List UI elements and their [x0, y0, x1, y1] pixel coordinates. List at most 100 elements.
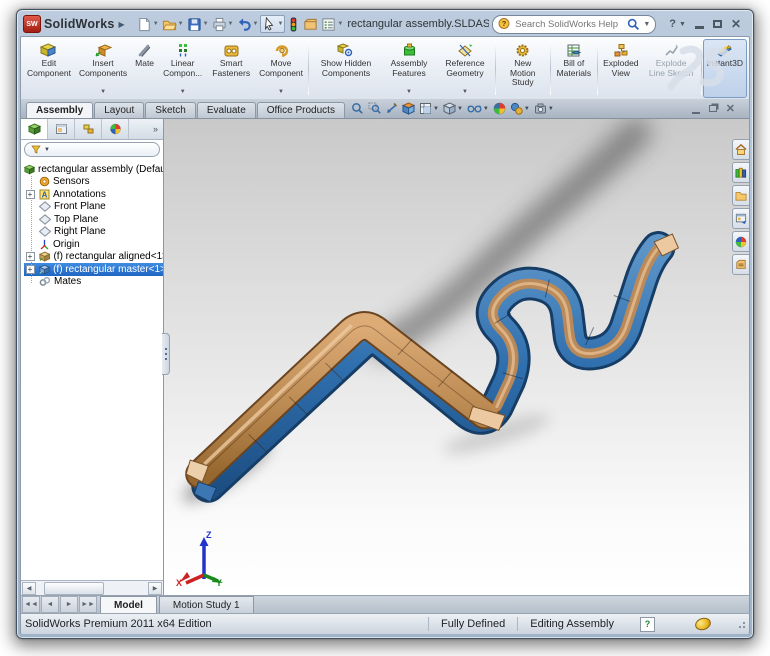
dimxpert-manager-tab[interactable]: [102, 119, 129, 139]
model-tab[interactable]: Model: [100, 596, 157, 613]
move-component-button[interactable]: Move Component ▼: [255, 39, 307, 98]
search-box[interactable]: ? ▼: [492, 15, 656, 34]
expand-icon[interactable]: +: [26, 265, 35, 274]
display-style-button[interactable]: ▼: [443, 102, 463, 115]
insert-components-button[interactable]: Insert Components ▼: [75, 39, 131, 98]
dropdown-arrow-icon[interactable]: ▼: [548, 106, 554, 112]
new-button[interactable]: ▼: [136, 16, 160, 33]
maximize-button[interactable]: [713, 20, 722, 28]
assembly-3d-model[interactable]: [164, 119, 749, 595]
zoom-to-fit-button[interactable]: [351, 102, 364, 115]
dropdown-arrow-icon[interactable]: ▼: [483, 106, 489, 112]
help-dropdown-arrow-icon[interactable]: ▼: [679, 21, 686, 28]
edit-component-button[interactable]: Edit Component: [23, 39, 75, 98]
tab-assembly[interactable]: Assembly: [26, 102, 93, 118]
last-tab-button[interactable]: ►►: [79, 596, 97, 613]
scroll-left-arrow-icon[interactable]: ◀: [22, 582, 36, 595]
save-button[interactable]: ▼: [186, 16, 210, 33]
search-dropdown-arrow-icon[interactable]: ▼: [643, 21, 650, 28]
property-manager-tab[interactable]: [48, 119, 75, 139]
tree-item-annotations[interactable]: + A Annotations: [24, 188, 163, 201]
document-minimize-button[interactable]: [692, 112, 700, 114]
mate-button[interactable]: Mate: [131, 39, 158, 98]
filter-dropdown-arrow-icon[interactable]: ▼: [44, 147, 50, 153]
options-button[interactable]: ▼: [320, 16, 344, 33]
exploded-view-button[interactable]: Exploded View: [599, 39, 642, 98]
new-motion-study-button[interactable]: New Motion Study: [497, 39, 549, 98]
graphics-viewport[interactable]: Z X Y: [164, 119, 749, 595]
file-explorer-tab[interactable]: [732, 185, 749, 206]
file-properties-button[interactable]: [302, 16, 319, 33]
document-close-button[interactable]: ✕: [726, 102, 735, 115]
feature-manager-tree-tab[interactable]: [21, 119, 48, 139]
motion-study-tab[interactable]: Motion Study 1: [159, 596, 254, 613]
panel-collapse-handle[interactable]: [162, 333, 170, 375]
dropdown-arrow-icon[interactable]: ▼: [462, 89, 468, 96]
reference-geometry-button[interactable]: Reference Geometry ▼: [436, 39, 494, 98]
dropdown-arrow-icon[interactable]: ▼: [100, 89, 106, 96]
search-magnifier-icon[interactable]: [627, 18, 640, 31]
dropdown-arrow-icon[interactable]: ▼: [524, 106, 530, 112]
edit-appearance-button[interactable]: [493, 102, 506, 115]
appearances-scenes-tab[interactable]: [732, 231, 749, 252]
show-hidden-components-button[interactable]: Show Hidden Components: [310, 39, 382, 98]
custom-properties-tab[interactable]: [732, 254, 749, 275]
dropdown-arrow-icon[interactable]: ▼: [406, 89, 412, 96]
view-settings-button[interactable]: ▼: [534, 102, 554, 115]
smart-fasteners-button[interactable]: Smart Fasteners: [207, 39, 255, 98]
tree-item-sensors[interactable]: Sensors: [24, 176, 163, 189]
minimize-button[interactable]: [695, 26, 704, 29]
tab-layout[interactable]: Layout: [94, 102, 144, 118]
menu-flyout-arrow-icon[interactable]: ▶: [119, 20, 125, 29]
tree-item-mates[interactable]: Mates: [24, 276, 163, 289]
tree-item-rectangular-aligned[interactable]: + (f) rectangular aligned<1>: [24, 251, 163, 264]
next-tab-button[interactable]: ►: [60, 596, 78, 613]
print-button[interactable]: ▼: [211, 16, 235, 33]
tree-root[interactable]: rectangular assembly (Default-: [24, 163, 163, 176]
design-library-tab[interactable]: [732, 162, 749, 183]
resize-grip[interactable]: [737, 620, 745, 628]
solidworks-resources-tab[interactable]: [732, 139, 749, 160]
dropdown-arrow-icon[interactable]: ▼: [180, 89, 186, 96]
tab-office-products[interactable]: Office Products: [257, 102, 345, 118]
expand-icon[interactable]: +: [26, 190, 35, 199]
scroll-right-arrow-icon[interactable]: ▶: [148, 582, 162, 595]
configuration-manager-tab[interactable]: [75, 119, 102, 139]
tab-sketch[interactable]: Sketch: [145, 102, 196, 118]
help-menu-button[interactable]: ?: [669, 18, 676, 30]
rebuild-button[interactable]: [286, 16, 301, 33]
tree-item-front-plane[interactable]: Front Plane: [24, 201, 163, 214]
document-restore-button[interactable]: [709, 105, 717, 112]
tree-filter[interactable]: ▼: [24, 142, 160, 157]
select-button[interactable]: ▼: [260, 15, 285, 33]
first-tab-button[interactable]: ◄◄: [22, 596, 40, 613]
zoom-to-area-button[interactable]: [368, 102, 381, 115]
previous-tab-button[interactable]: ◄: [41, 596, 59, 613]
undo-button[interactable]: ▼: [236, 16, 260, 33]
dropdown-arrow-icon[interactable]: ▼: [457, 106, 463, 112]
linear-component-pattern-button[interactable]: Linear Compon... ▼: [158, 39, 207, 98]
tree-item-top-plane[interactable]: Top Plane: [24, 213, 163, 226]
previous-view-button[interactable]: [385, 102, 398, 115]
search-input[interactable]: [513, 18, 624, 31]
assembly-features-button[interactable]: Assembly Features ▼: [382, 39, 436, 98]
hide-show-items-button[interactable]: ▼: [467, 102, 489, 115]
quick-tips-icon[interactable]: ?: [640, 617, 655, 632]
bill-of-materials-button[interactable]: Bill of Materials: [552, 39, 596, 98]
dropdown-arrow-icon[interactable]: ▼: [278, 89, 284, 96]
apply-scene-button[interactable]: ▼: [510, 102, 530, 115]
expand-icon[interactable]: +: [26, 252, 35, 261]
tab-evaluate[interactable]: Evaluate: [197, 102, 256, 118]
tag-icon[interactable]: [694, 616, 713, 632]
view-palette-tab[interactable]: [732, 208, 749, 229]
tree-item-origin[interactable]: Origin: [24, 238, 163, 251]
panel-overflow-chevron[interactable]: »: [148, 119, 163, 139]
tree-item-right-plane[interactable]: Right Plane: [24, 226, 163, 239]
panel-horizontal-scrollbar[interactable]: ◀ ▶: [21, 580, 163, 595]
close-button[interactable]: ✕: [731, 17, 741, 31]
dropdown-arrow-icon[interactable]: ▼: [433, 106, 439, 112]
view-orientation-button[interactable]: ▼: [419, 102, 439, 115]
open-button[interactable]: ▼: [161, 16, 185, 33]
section-view-button[interactable]: [402, 102, 415, 115]
scrollbar-thumb[interactable]: [44, 582, 104, 595]
